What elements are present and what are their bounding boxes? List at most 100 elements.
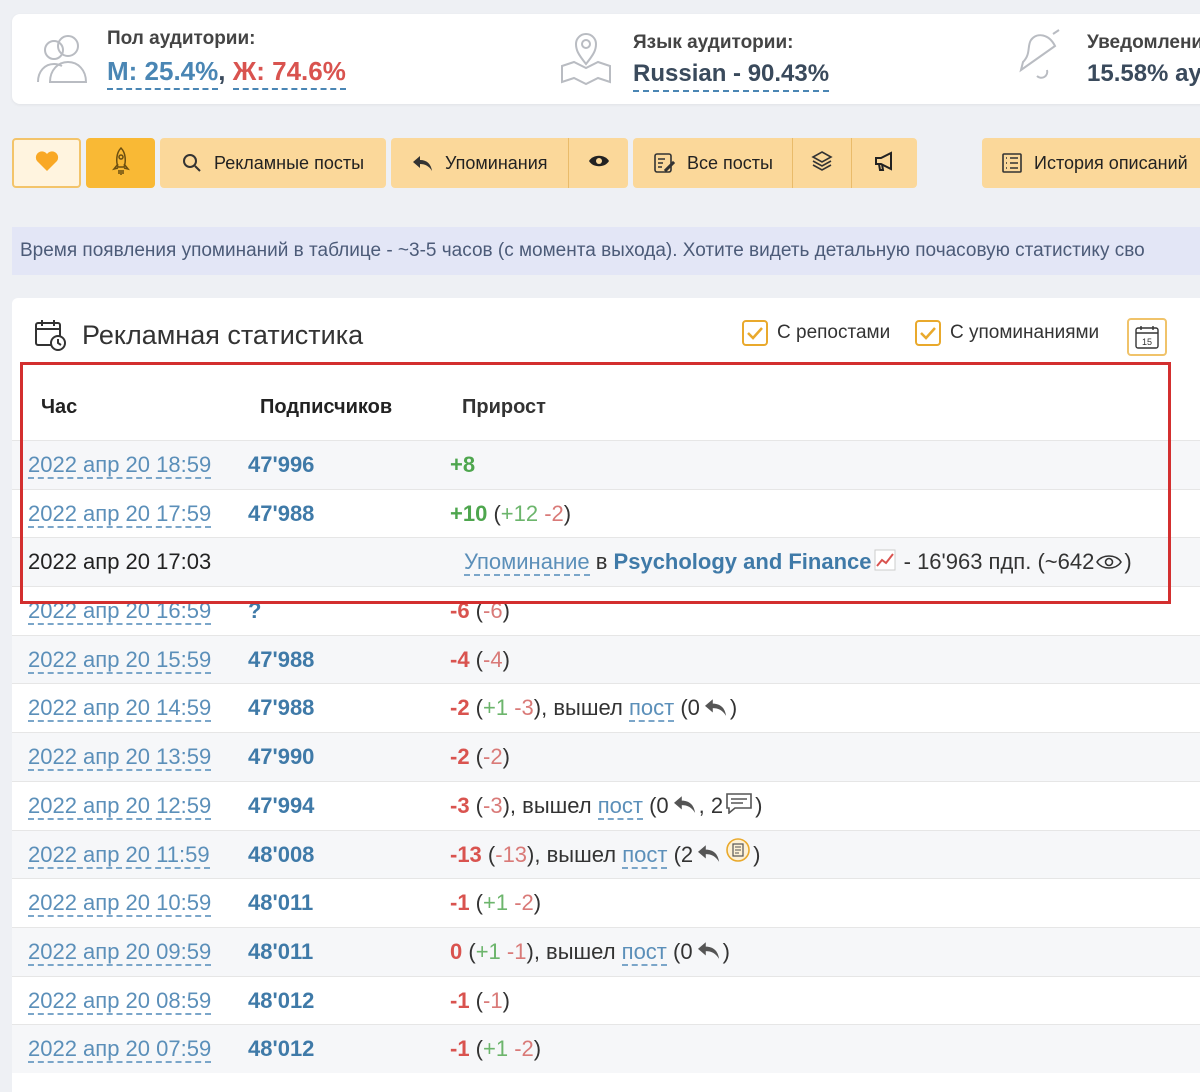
female-percent[interactable]: Ж: 74.6% — [232, 56, 346, 90]
reply-icon — [695, 929, 721, 977]
subscribers-value: ? — [248, 598, 262, 624]
header-gain: Прирост — [462, 396, 546, 418]
search-icon — [182, 153, 202, 173]
gain-cell: -1 (+1 -2) — [450, 1036, 542, 1062]
gain-value: +8 — [450, 452, 476, 477]
calendar-icon: 15 — [1135, 326, 1159, 349]
gain-value: -13 — [450, 841, 482, 867]
audience-stats-card: Пол аудитории: М: 25.4%, Ж: 74.6% Язык а… — [12, 14, 1200, 104]
male-percent[interactable]: М: 25.4% — [107, 56, 219, 90]
panel-header: Рекламная статистика С репостами С упоми… — [12, 298, 1200, 374]
gain-minus: -2 — [544, 500, 564, 526]
subscribers-value: 47'996 — [248, 452, 315, 477]
gain-minus: -1 — [483, 987, 503, 1013]
all-posts-label: Все посты — [687, 152, 773, 173]
gain-cell: -2 (-2) — [450, 744, 510, 770]
language-stat: Язык аудитории: Russian - 90.43% — [552, 14, 972, 104]
language-label: Язык аудитории: — [633, 32, 794, 53]
subscribers-value: 47'988 — [248, 695, 315, 721]
time-link[interactable]: 2022 апр 20 13:59 — [28, 744, 212, 772]
subscribers-value: 48'012 — [248, 987, 315, 1013]
reply-count: (0 — [649, 792, 669, 818]
gain-minus: -3 — [514, 695, 534, 721]
edit-document-icon — [653, 152, 675, 174]
rocket-icon — [108, 146, 134, 181]
gain-value: -2 — [450, 695, 470, 721]
comment-count: , 2 — [698, 792, 724, 818]
time-link[interactable]: 2022 апр 20 07:59 — [28, 1036, 212, 1064]
mention-link[interactable]: Упоминание — [464, 549, 590, 577]
time-link[interactable]: 2022 апр 20 17:59 — [28, 500, 212, 528]
gain-minus: -6 — [483, 598, 503, 624]
time-link[interactable]: 2022 апр 20 08:59 — [28, 987, 212, 1015]
time-link[interactable]: 2022 апр 20 14:59 — [28, 695, 212, 723]
ads-posts-button[interactable]: Рекламные посты — [160, 138, 386, 188]
time-link[interactable]: 2022 апр 20 15:59 — [28, 646, 212, 674]
reply-icon — [411, 154, 433, 172]
time-link[interactable]: 2022 апр 20 10:59 — [28, 890, 212, 918]
post-link[interactable]: пост — [621, 938, 667, 966]
info-banner: Время появления упоминаний в таблице - ~… — [12, 227, 1200, 275]
time-link[interactable]: 2022 апр 20 16:59 — [28, 598, 212, 626]
post-link[interactable]: пост — [628, 695, 675, 723]
table-row: 2022 апр 20 11:59 48'008 -13 (-13), выше… — [12, 829, 1200, 879]
calendar-clock-icon — [34, 318, 68, 357]
favorite-button[interactable] — [12, 138, 81, 188]
layers-button[interactable] — [793, 138, 851, 188]
table-row: 2022 апр 20 14:59 47'988 -2 (+1 -3), выш… — [12, 683, 1200, 732]
reply-count: (2 — [673, 841, 694, 867]
notifications-label: Уведомлени — [1087, 32, 1200, 53]
exited-text: , вышел — [534, 841, 617, 867]
eye-icon — [588, 153, 610, 174]
channel-name[interactable]: Psychology and Finance — [614, 549, 872, 574]
exited-text: , вышел — [533, 938, 616, 964]
subscribers-value: 47'988 — [248, 500, 315, 526]
toolbar: Рекламные посты Упоминания Все посты Ист… — [12, 138, 1200, 188]
subscribers-value: 47'988 — [248, 646, 315, 672]
list-icon — [1002, 153, 1022, 173]
chart-up-icon — [874, 540, 896, 588]
mention-in: в — [595, 549, 608, 575]
language-value[interactable]: Russian - 90.43% — [633, 60, 830, 92]
gain-cell: -4 (-4) — [450, 646, 510, 672]
notifications-stat: Уведомлени 15.58% ау — [1007, 14, 1200, 104]
subscribers-value: 47'994 — [248, 792, 315, 818]
users-icon — [34, 32, 90, 89]
subscribers-value: 48'012 — [248, 1036, 315, 1062]
table-row: 2022 апр 20 18:59 47'996 +8 — [12, 440, 1200, 489]
megaphone-icon — [873, 150, 897, 177]
gain-cell: -2 (+1 -3), вышел пост (0) — [450, 684, 737, 733]
subscribers-value: 48'008 — [248, 841, 315, 867]
time-link[interactable]: 2022 апр 20 09:59 — [28, 938, 212, 966]
reposts-checkbox[interactable]: С репостами — [742, 320, 890, 346]
post-link[interactable]: пост — [622, 841, 668, 869]
mentions-label: Упоминания — [445, 152, 548, 173]
time-link[interactable]: 2022 апр 20 12:59 — [28, 792, 212, 820]
gain-minus: -1 — [506, 938, 527, 964]
mentions-checkbox[interactable]: С упоминаниями — [915, 320, 1099, 346]
stats-table: Час Подписчиков Прирост 2022 апр 20 18:5… — [12, 374, 1200, 1073]
ad-stats-panel: Рекламная статистика С репостами С упоми… — [12, 298, 1200, 1092]
post-link[interactable]: пост — [597, 792, 643, 820]
gain-cell: -6 (-6) — [450, 598, 510, 624]
reply-icon — [671, 783, 697, 831]
gain-value: +10 — [450, 500, 488, 526]
reply-icon — [702, 686, 728, 734]
calendar-button[interactable]: 15 — [1127, 318, 1167, 356]
megaphone-button[interactable] — [852, 138, 917, 188]
gain-plus: +12 — [500, 500, 539, 526]
boost-button[interactable] — [86, 138, 155, 188]
mention-time: 2022 апр 20 17:03 — [28, 549, 212, 575]
table-row: 2022 апр 20 13:59 47'990 -2 (-2) — [12, 732, 1200, 781]
time-link[interactable]: 2022 апр 20 18:59 — [28, 452, 212, 479]
gain-value: -2 — [450, 744, 470, 770]
views-button[interactable] — [569, 138, 628, 188]
description-history-button[interactable]: История описаний — [982, 138, 1200, 188]
time-link[interactable]: 2022 апр 20 11:59 — [28, 841, 210, 869]
table-row: 2022 апр 20 12:59 47'994 -3 (-3), вышел … — [12, 780, 1200, 831]
ads-posts-label: Рекламные посты — [213, 152, 365, 173]
gain-value: -3 — [450, 792, 470, 818]
table-row: 2022 апр 20 15:59 47'988 -4 (-4) — [12, 634, 1200, 684]
gain-cell: -1 (-1) — [450, 987, 510, 1013]
gain-minus: -2 — [514, 1036, 534, 1062]
